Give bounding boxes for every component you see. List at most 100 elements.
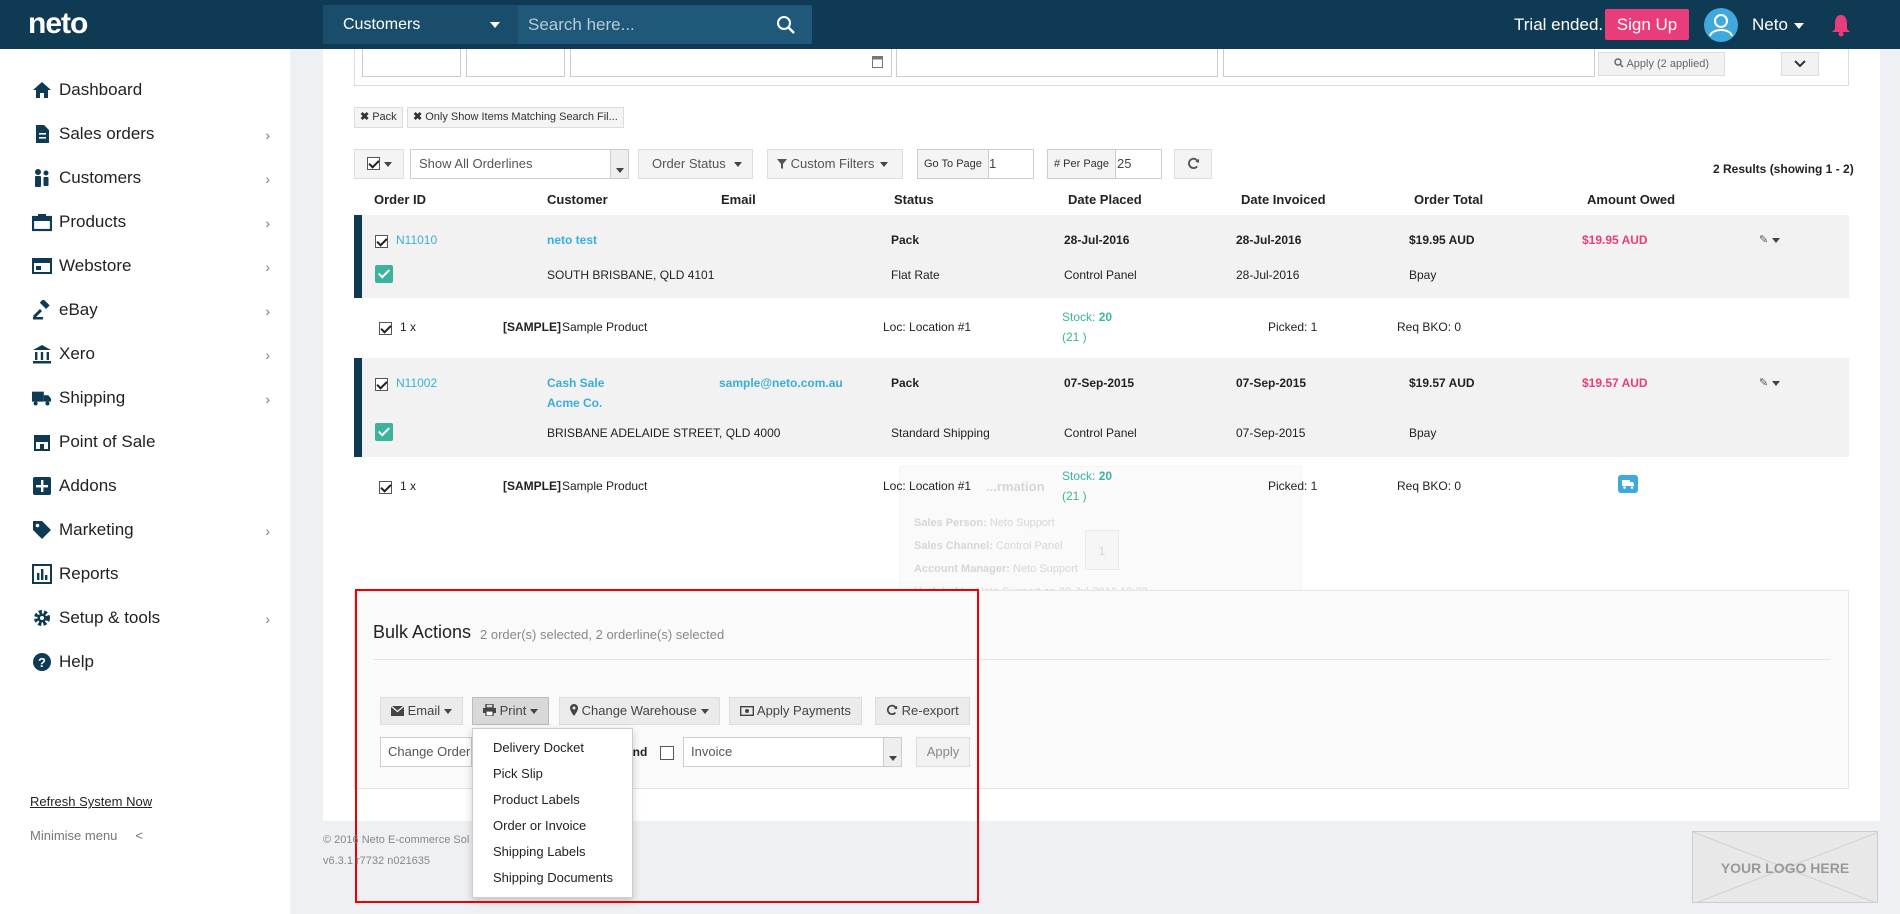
close-icon[interactable]: ✖ xyxy=(360,111,369,123)
sidebar-item-shipping[interactable]: Shipping › xyxy=(30,384,275,414)
dispatch-checkbox[interactable] xyxy=(375,423,393,441)
sidebar-item-label: Sales orders xyxy=(59,124,155,143)
home-icon xyxy=(33,82,51,98)
column-header-email[interactable]: Email xyxy=(721,192,756,207)
filter-field[interactable] xyxy=(466,49,565,77)
refresh-icon xyxy=(1187,157,1199,169)
column-header-status[interactable]: Status xyxy=(894,192,934,207)
customer-company-link[interactable]: Acme Co. xyxy=(547,396,602,410)
sign-up-button[interactable]: Sign Up xyxy=(1605,9,1689,40)
chevron-down-icon xyxy=(616,167,624,173)
popover-label: Account Manager: xyxy=(914,563,1010,575)
refresh-system-link[interactable]: Refresh System Now xyxy=(30,794,152,809)
customer-name-link[interactable]: neto test xyxy=(547,233,597,247)
order-status-dropdown[interactable]: Order Status xyxy=(638,149,753,179)
orderlines-select[interactable]: Show All Orderlines xyxy=(410,149,629,179)
collapse-filters-button[interactable] xyxy=(1781,52,1819,76)
customer-name-link[interactable]: Cash Sale xyxy=(547,376,604,390)
column-header-order-id[interactable]: Order ID xyxy=(374,192,426,207)
stock-value: 20 xyxy=(1098,469,1113,483)
sidebar-item-marketing[interactable]: Marketing › xyxy=(30,516,275,546)
sidebar-item-customers[interactable]: Customers › xyxy=(30,164,275,194)
orderline-bko: Req BKO: 0 xyxy=(1397,320,1462,334)
orderline-sku: [SAMPLE] xyxy=(503,479,561,493)
sidebar-item-webstore[interactable]: Webstore › xyxy=(30,252,275,282)
dispatch-checkbox[interactable] xyxy=(375,265,393,283)
search-scope-select[interactable]: Customers xyxy=(323,5,518,44)
date-invoiced: 28-Jul-2016 xyxy=(1236,233,1302,247)
select-all-dropdown[interactable] xyxy=(354,149,404,179)
sidebar-item-label: eBay xyxy=(59,300,98,319)
highlight-annotation xyxy=(355,589,979,903)
column-header-amount-owed[interactable]: Amount Owed xyxy=(1587,192,1675,207)
orderline-location: Loc: Location #1 xyxy=(883,320,972,334)
apply-filters-button[interactable]: Apply (2 applied) xyxy=(1598,52,1725,76)
user-menu[interactable]: Neto xyxy=(1752,15,1804,35)
ship-button[interactable] xyxy=(1618,475,1638,493)
order-id-link[interactable]: N11010 xyxy=(396,233,437,247)
edit-order-dropdown[interactable]: ✎ xyxy=(1759,376,1789,392)
date-invoiced-sub: 28-Jul-2016 xyxy=(1236,268,1300,282)
orderline-location: Loc: Location #1 xyxy=(883,479,972,493)
order-checkbox[interactable] xyxy=(375,235,388,248)
payment-method: Bpay xyxy=(1409,268,1437,282)
close-icon[interactable]: ✖ xyxy=(413,111,422,123)
search-icon[interactable] xyxy=(776,15,796,35)
orderline-product-name: Sample Product xyxy=(562,479,648,493)
column-header-date-placed[interactable]: Date Placed xyxy=(1068,192,1142,207)
orderline-checkbox[interactable] xyxy=(379,481,392,494)
orderline-checkbox[interactable] xyxy=(379,322,392,335)
chevron-right-icon: › xyxy=(265,611,270,627)
refresh-button[interactable] xyxy=(1174,149,1212,179)
avatar[interactable] xyxy=(1704,8,1738,42)
filter-tag-label: Pack xyxy=(372,111,397,123)
chevron-right-icon: › xyxy=(265,303,270,319)
truck-icon xyxy=(1622,480,1634,489)
column-header-customer[interactable]: Customer xyxy=(547,192,608,207)
tag-icon xyxy=(33,521,51,539)
column-header-order-total[interactable]: Order Total xyxy=(1414,192,1483,207)
custom-filters-dropdown[interactable]: Custom Filters xyxy=(767,149,903,179)
customer-email-link[interactable]: sample@neto.com.au xyxy=(719,376,843,390)
popover-number: 1 xyxy=(1085,530,1119,570)
go-to-page-input[interactable]: Go To Page 1 xyxy=(917,149,1034,179)
sidebar-item-ebay[interactable]: eBay › xyxy=(30,296,275,326)
per-page-label: # Per Page xyxy=(1048,150,1117,178)
neto-logo[interactable]: neto xyxy=(28,7,88,41)
filter-field[interactable] xyxy=(896,49,1218,77)
sidebar-item-setup-tools[interactable]: Setup & tools › xyxy=(30,604,275,634)
search-input[interactable] xyxy=(528,10,768,39)
order-id-link[interactable]: N11002 xyxy=(396,376,437,390)
filter-tag[interactable]: ✖ Only Show Items Matching Search Fil... xyxy=(407,107,624,128)
sidebar-item-help[interactable]: ? Help xyxy=(30,648,275,678)
sidebar-item-point-of-sale[interactable]: Point of Sale xyxy=(30,428,275,458)
date-filter-field[interactable] xyxy=(570,49,892,77)
popover-value: Neto Support xyxy=(989,517,1055,529)
search-scope-label: Customers xyxy=(343,16,421,33)
edit-order-dropdown[interactable]: ✎ xyxy=(1759,233,1789,249)
filter-tag[interactable]: ✖ Pack xyxy=(354,107,403,128)
per-page-input[interactable]: # Per Page 25 xyxy=(1047,149,1162,179)
order-checkbox[interactable] xyxy=(375,378,388,391)
popover-row: Sales Channel: Control Panel xyxy=(914,540,1063,552)
minimise-label: Minimise menu xyxy=(30,828,118,843)
top-bar: neto Customers Trial ended. Sign Up Neto xyxy=(0,0,1900,49)
column-header-date-invoiced[interactable]: Date Invoiced xyxy=(1241,192,1326,207)
sidebar-item-products[interactable]: Products › xyxy=(30,208,275,238)
sidebar-item-xero[interactable]: Xero › xyxy=(30,340,275,370)
filter-icon xyxy=(777,159,787,169)
browser-icon xyxy=(32,258,52,274)
date-placed: 28-Jul-2016 xyxy=(1064,233,1130,247)
bell-icon[interactable] xyxy=(1830,13,1852,37)
minimise-menu-button[interactable]: Minimise menu < xyxy=(30,828,143,843)
sidebar-item-addons[interactable]: Addons xyxy=(30,472,275,502)
sidebar-item-reports[interactable]: Reports xyxy=(30,560,275,590)
filter-field[interactable] xyxy=(362,49,461,77)
sidebar-item-dashboard[interactable]: Dashboard xyxy=(30,76,275,106)
logo-placeholder: YOUR LOGO HERE xyxy=(1692,831,1878,903)
sidebar-item-sales-orders[interactable]: Sales orders › xyxy=(30,120,275,150)
order-source: Control Panel xyxy=(1064,426,1137,440)
popover-value: Control Panel xyxy=(995,540,1063,552)
truck-icon xyxy=(32,391,52,406)
filter-field[interactable] xyxy=(1223,49,1595,77)
